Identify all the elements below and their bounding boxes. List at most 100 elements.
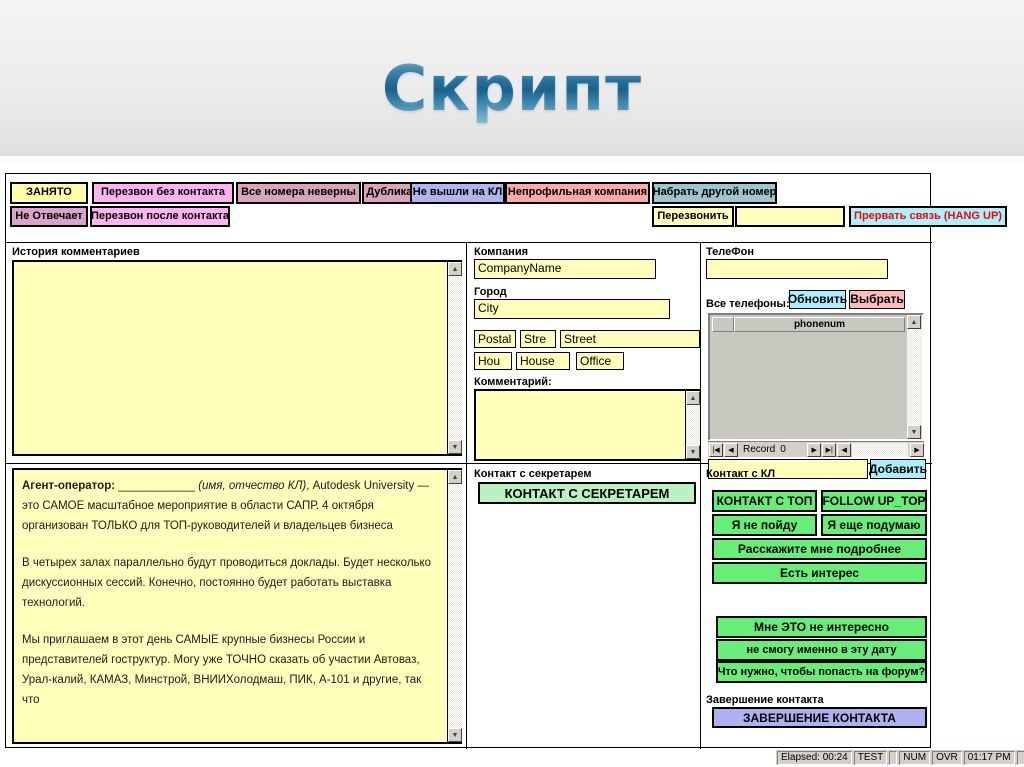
callback-input[interactable]	[735, 206, 845, 227]
script-scroll-down-icon[interactable]: ▼	[448, 728, 462, 742]
script-blank: ____________	[118, 480, 195, 492]
secretary-label: Контакт с секретарем	[474, 468, 592, 480]
disposition-button-row2-1[interactable]: Перезвон после контакта	[90, 206, 230, 227]
callback-label-button[interactable]: Перезвонить	[652, 206, 734, 227]
script-paragraph-2: В четырех залах параллельно будут провод…	[22, 557, 432, 609]
client-action-button-6[interactable]: Мне ЭТО не интересно	[716, 616, 927, 638]
house-type-input[interactable]: Hou	[474, 352, 512, 370]
script-role-label: Агент-оператор:	[22, 480, 116, 492]
history-label: История комментариев	[12, 246, 140, 258]
scroll-down-icon[interactable]: ▼	[448, 440, 462, 454]
city-input[interactable]: City	[474, 299, 670, 319]
script-note: (имя, отчество КЛ)	[198, 480, 307, 492]
slide-header: Скрипт	[0, 0, 1024, 162]
comment-scroll-up-icon[interactable]: ▲	[686, 391, 700, 405]
company-label: Компания	[474, 246, 529, 258]
house-type-value: Hou	[478, 354, 501, 368]
postal-input[interactable]: Postal	[474, 330, 516, 348]
client-action-button-2[interactable]: Я не пойду	[712, 514, 817, 536]
comment-textarea[interactable]	[474, 389, 700, 461]
record-label: Record	[743, 444, 776, 455]
phone-input[interactable]	[706, 259, 888, 279]
postal-value: Postal	[478, 332, 512, 346]
script-paragraph-3: Мы приглашаем в этот день САМЫЕ крупные …	[22, 634, 422, 706]
street-type-value: Stre	[524, 332, 547, 346]
client-action-button-8[interactable]: Что нужно, чтобы попасть на форум?	[716, 661, 927, 683]
status-blank-2	[1016, 750, 1024, 765]
disposition-button-row1-4[interactable]: Не вышли на КЛ	[410, 182, 505, 204]
disposition-button-row2-0[interactable]: Не Отвечает	[10, 206, 88, 227]
status-blank-1	[889, 750, 898, 765]
house-input[interactable]: House	[516, 352, 570, 370]
phone-grid-scrollbar[interactable]: ▲ ▼	[907, 315, 922, 439]
last-record-icon[interactable]: ▶|	[822, 442, 837, 457]
client-action-button-7[interactable]: не смогу именно в эту дату	[716, 639, 927, 661]
script-scroll-up-icon[interactable]: ▲	[448, 470, 462, 484]
script-scrollbar[interactable]: ▲ ▼	[447, 470, 462, 742]
client-action-button-1[interactable]: FOLLOW UP_TOP	[821, 490, 927, 512]
company-input[interactable]: CompanyName	[474, 259, 656, 279]
first-record-icon[interactable]: |◀	[709, 442, 723, 457]
divider-middle-right	[700, 242, 701, 749]
house-value: House	[520, 354, 555, 368]
status-num: NUM	[899, 750, 931, 765]
status-ovr: OVR	[932, 750, 962, 765]
phone-grid-col-1[interactable]: phonenum	[734, 317, 905, 332]
phone-grid-header: phonenum	[712, 317, 905, 332]
scroll-track[interactable]	[448, 276, 462, 440]
city-label: Город	[474, 286, 507, 298]
disposition-button-row1-6[interactable]: Набрать другой номер	[652, 182, 777, 204]
grid-scroll-track[interactable]	[907, 329, 922, 425]
status-elapsed: Elapsed: 00:24	[777, 750, 852, 765]
street-type-input[interactable]: Stre	[520, 330, 556, 348]
phone-grid-body[interactable]	[712, 333, 905, 437]
script-panel[interactable]: Агент-оператор: ____________ (имя, отчес…	[12, 468, 462, 744]
secretary-contact-button[interactable]: КОНТАКТ С СЕКРЕТАРЕМ	[478, 482, 696, 504]
script-paragraph-1: Агент-оператор: ____________ (имя, отчес…	[22, 476, 438, 536]
finish-contact-button[interactable]: ЗАВЕРШЕНИЕ КОНТАКТА	[712, 707, 927, 728]
comment-scrollbar[interactable]: ▲ ▼	[685, 391, 700, 459]
grid-scroll-up-icon[interactable]: ▲	[907, 315, 921, 329]
street-value: Street	[564, 332, 597, 346]
client-action-button-5[interactable]: Есть интерес	[712, 562, 927, 584]
script-scroll-track[interactable]	[448, 484, 462, 728]
company-value: CompanyName	[478, 261, 562, 275]
history-textarea[interactable]	[12, 260, 462, 456]
disposition-button-row1-0[interactable]: ЗАНЯТО	[10, 182, 88, 204]
client-action-button-0[interactable]: КОНТАКТ С ТОП	[712, 490, 817, 512]
previous-record-icon[interactable]: ◀	[724, 442, 738, 457]
phone-grid-col-0[interactable]	[712, 317, 734, 332]
record-navigator[interactable]: |◀ ◀ Record 0 ▶ ▶| ◀ ▶	[708, 441, 924, 457]
office-input[interactable]: Office	[576, 352, 624, 370]
scroll-up-icon[interactable]: ▲	[448, 262, 462, 276]
refresh-phones-button[interactable]: Обновить	[788, 290, 847, 309]
status-time: 01:17 PM	[963, 750, 1015, 765]
next-record-icon[interactable]: ▶	[807, 442, 822, 457]
hscroll-left-icon[interactable]: ◀	[837, 442, 852, 457]
client-buttons-group: КОНТАКТ С ТОП FOLLOW UP_TOP Я не пойду Я ещ…	[706, 468, 932, 698]
finish-contact-label: Завершение контакта	[706, 694, 824, 706]
disposition-button-row1-5[interactable]: Непрофильная компания	[505, 182, 650, 204]
client-action-button-4[interactable]: Расскажите мне подробнее	[712, 538, 927, 560]
street-input[interactable]: Street	[560, 330, 700, 348]
client-action-button-3[interactable]: Я еще подумаю	[821, 514, 927, 536]
comment-scroll-down-icon[interactable]: ▼	[686, 445, 700, 459]
grid-scroll-down-icon[interactable]: ▼	[907, 425, 921, 439]
hscroll-right-icon[interactable]: ▶	[910, 442, 924, 457]
history-scrollbar[interactable]: ▲ ▼	[447, 262, 462, 454]
select-phone-button[interactable]: Выбрать	[849, 290, 905, 309]
page-title: Скрипт	[0, 52, 1024, 125]
status-mode: TEST	[853, 750, 888, 765]
hscroll-track[interactable]	[852, 442, 908, 457]
record-number: 0	[780, 444, 786, 455]
disposition-button-row1-2[interactable]: Все номера неверны	[236, 182, 361, 204]
script-text: Агент-оператор: ____________ (имя, отчес…	[22, 476, 438, 727]
office-value: Office	[580, 354, 612, 368]
divider-left-middle	[466, 242, 467, 749]
comment-label: Комментарий:	[474, 376, 552, 388]
all-phones-label: Все телефоны:	[706, 298, 790, 310]
phone-grid[interactable]: phonenum	[708, 313, 924, 441]
hangup-button[interactable]: Прервать связь (HANG UP)	[849, 206, 1007, 227]
disposition-button-row1-1[interactable]: Перезвон без контакта	[92, 182, 234, 204]
comment-scroll-track[interactable]	[686, 405, 700, 445]
